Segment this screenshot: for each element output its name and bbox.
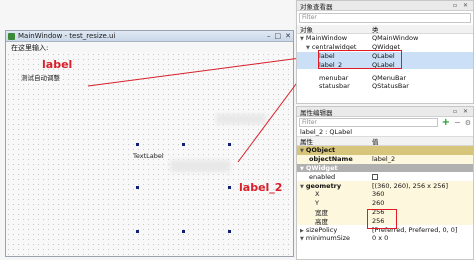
collapse-arrow-icon[interactable]: ▼ — [300, 184, 304, 190]
tree-row[interactable]: statusbar QStatusBar — [297, 82, 473, 91]
property-value[interactable]: label_2 — [369, 155, 473, 163]
column-value[interactable]: 值 — [369, 136, 473, 146]
object-columns-header: 对象 类 — [297, 25, 473, 34]
column-property[interactable]: 属性 — [297, 136, 369, 146]
highlight-box — [367, 209, 397, 229]
column-object[interactable]: 对象 — [297, 24, 369, 34]
property-editor-panel: 属性编辑器 ▫ ✕ Filter + − ⚙ label_2 : QLabel … — [296, 106, 474, 260]
enabled-checkbox[interactable] — [372, 173, 378, 180]
expand-arrow-icon[interactable]: ▶ — [300, 228, 304, 234]
panel-buttons[interactable]: ▫ ✕ — [453, 2, 470, 9]
property-value[interactable]: 360 — [369, 190, 473, 198]
collapse-arrow-icon[interactable]: ▼ — [300, 36, 304, 42]
column-class[interactable]: 类 — [369, 24, 473, 34]
tree-class-name: QStatusBar — [372, 82, 409, 91]
property-name: minimumSize — [305, 234, 351, 243]
section-label: QWidget — [305, 163, 338, 172]
tree-class-name: QMenuBar — [372, 73, 407, 82]
property-editor-title: 属性编辑器 — [300, 108, 333, 117]
object-filter-input[interactable]: Filter — [299, 13, 471, 23]
remove-property-icon[interactable]: − — [454, 118, 461, 127]
section-qwidget[interactable]: ▼ QWidget — [297, 163, 473, 173]
tree-row[interactable]: menubar QMenuBar — [297, 73, 473, 82]
panel-buttons[interactable]: ▫ ✕ — [453, 108, 470, 115]
property-editor-header: 属性编辑器 ▫ ✕ — [297, 107, 473, 117]
property-value[interactable]: 0 x 0 — [369, 234, 473, 242]
property-value[interactable]: 260 — [369, 199, 473, 207]
property-columns-header: 属性 值 — [297, 137, 473, 146]
object-inspector-header: 对象查看器 ▫ ✕ — [297, 1, 473, 11]
property-row[interactable]: enabled — [297, 172, 473, 181]
section-label: QObject — [305, 146, 336, 155]
property-name: sizePolicy — [305, 225, 338, 234]
collapse-arrow-icon[interactable]: ▼ — [306, 45, 310, 51]
tree-object-name: menubar — [319, 73, 349, 82]
arrow-label — [87, 54, 309, 87]
property-toolbar: Filter + − ⚙ — [297, 117, 473, 128]
highlight-box — [318, 50, 402, 69]
property-row[interactable]: X 360 — [297, 189, 473, 199]
property-name: Y — [315, 199, 319, 208]
property-row[interactable]: ▼ geometry [(360, 260), 256 x 256] — [297, 181, 473, 190]
section-qobject[interactable]: ▼ QObject — [297, 146, 473, 155]
collapse-arrow-icon[interactable]: ▼ — [300, 166, 304, 172]
property-name: enabled — [309, 172, 336, 181]
configure-icon[interactable]: ⚙ — [465, 119, 471, 127]
property-row[interactable]: ▼ minimumSize 0 x 0 — [297, 234, 473, 243]
object-inspector-title: 对象查看器 — [300, 2, 333, 11]
object-inspector-panel: 对象查看器 ▫ ✕ Filter 对象 类 ▼ MainWindow QMainW… — [296, 0, 474, 104]
property-value[interactable]: [(360, 260), 256 x 256] — [369, 182, 473, 190]
tree-row[interactable]: ▼ MainWindow QMainWindow — [297, 34, 473, 43]
tree-object-name: MainWindow — [305, 34, 348, 43]
collapse-arrow-icon[interactable]: ▼ — [300, 148, 304, 154]
collapse-arrow-icon[interactable]: ▼ — [300, 236, 304, 242]
tree-class-name: QMainWindow — [372, 34, 419, 43]
property-name: 高度 — [315, 217, 328, 226]
tree-object-name: statusbar — [319, 82, 350, 91]
property-name: geometry — [305, 181, 342, 190]
property-row[interactable]: objectName label_2 — [297, 154, 473, 164]
add-property-icon[interactable]: + — [442, 117, 450, 127]
property-name: objectName — [309, 155, 353, 164]
property-name: X — [315, 190, 320, 199]
property-filter-input[interactable]: Filter — [299, 118, 438, 127]
